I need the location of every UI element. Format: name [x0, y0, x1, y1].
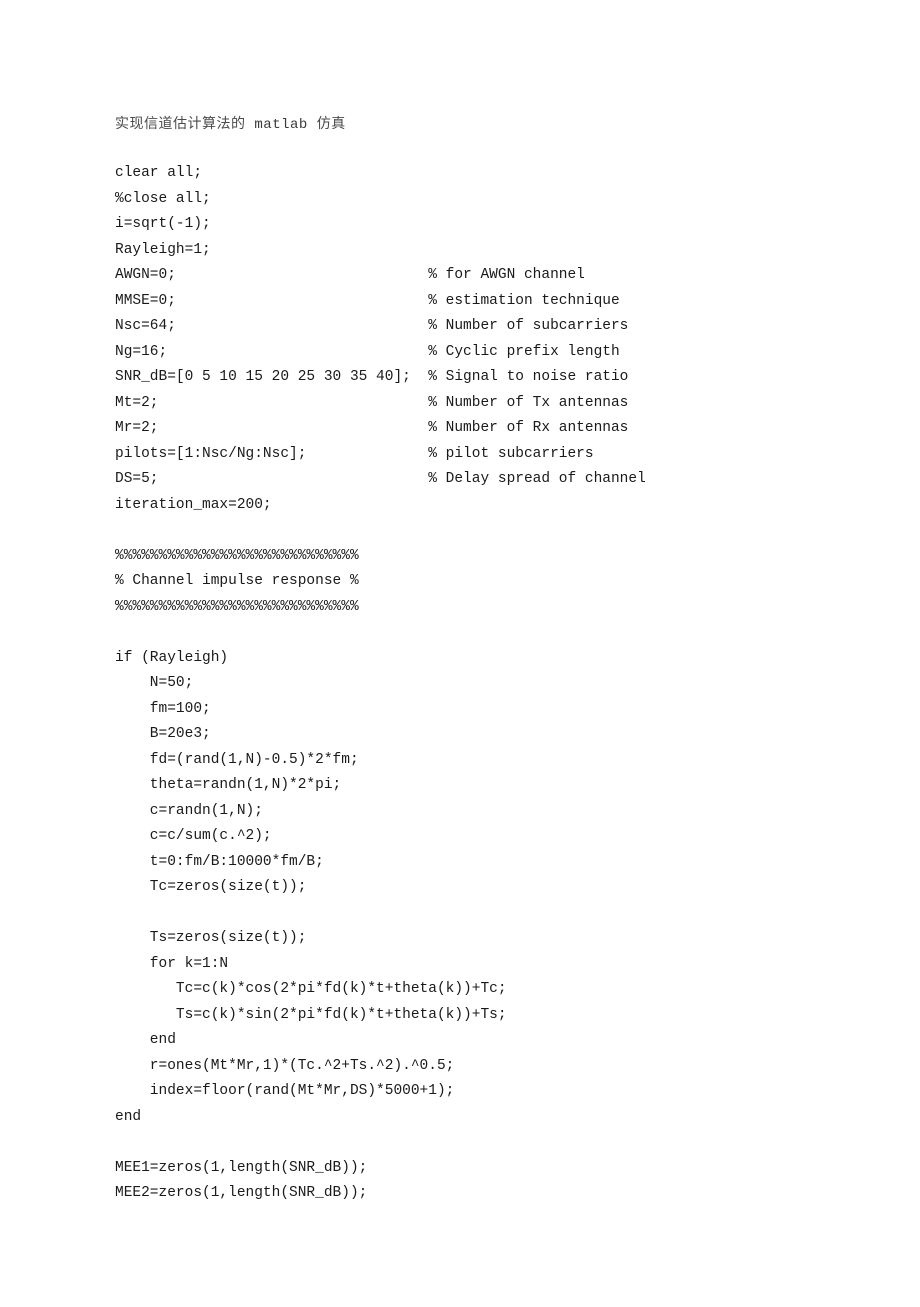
code-line: for k=1:N	[115, 952, 805, 978]
code-line: Rayleigh=1;	[115, 238, 805, 264]
code-line: theta=randn(1,N)*2*pi;	[115, 773, 805, 799]
code-line: r=ones(Mt*Mr,1)*(Tc.^2+Ts.^2).^0.5;	[115, 1054, 805, 1080]
title-latin: matlab	[246, 117, 317, 133]
document-page: 实现信道估计算法的 matlab 仿真 clear all;%close all…	[0, 0, 920, 1307]
code-line: fd=(rand(1,N)-0.5)*2*fm;	[115, 748, 805, 774]
code-line: N=50;	[115, 671, 805, 697]
code-line: DS=5; % Delay spread of channel	[115, 467, 805, 493]
code-line: %close all;	[115, 187, 805, 213]
code-line: Tc=zeros(size(t));	[115, 875, 805, 901]
code-line: Nsc=64; % Number of subcarriers	[115, 314, 805, 340]
code-line: Tc=c(k)*cos(2*pi*fd(k)*t+theta(k))+Tc;	[115, 977, 805, 1003]
code-line: Ng=16; % Cyclic prefix length	[115, 340, 805, 366]
code-line: Mr=2; % Number of Rx antennas	[115, 416, 805, 442]
title-prefix-cn: 实现信道估计算法的	[115, 117, 246, 132]
code-line: clear all;	[115, 161, 805, 187]
code-line: Mt=2; % Number of Tx antennas	[115, 391, 805, 417]
code-line	[115, 620, 805, 646]
code-line: AWGN=0; % for AWGN channel	[115, 263, 805, 289]
code-line: Ts=c(k)*sin(2*pi*fd(k)*t+theta(k))+Ts;	[115, 1003, 805, 1029]
code-line: B=20e3;	[115, 722, 805, 748]
code-line: MEE2=zeros(1,length(SNR_dB));	[115, 1181, 805, 1207]
code-line: Ts=zeros(size(t));	[115, 926, 805, 952]
code-line: end	[115, 1105, 805, 1131]
title-suffix-cn: 仿真	[317, 117, 346, 132]
code-line: iteration_max=200;	[115, 493, 805, 519]
code-line	[115, 901, 805, 927]
code-line	[115, 518, 805, 544]
code-line: %%%%%%%%%%%%%%%%%%%%%%%%%%%%	[115, 544, 805, 570]
code-line: MMSE=0; % estimation technique	[115, 289, 805, 315]
code-line: t=0:fm/B:10000*fm/B;	[115, 850, 805, 876]
code-line: i=sqrt(-1);	[115, 212, 805, 238]
code-line: SNR_dB=[0 5 10 15 20 25 30 35 40]; % Sig…	[115, 365, 805, 391]
code-line: if (Rayleigh)	[115, 646, 805, 672]
code-line: MEE1=zeros(1,length(SNR_dB));	[115, 1156, 805, 1182]
code-line	[115, 1130, 805, 1156]
code-block: clear all;%close all;i=sqrt(-1);Rayleigh…	[115, 161, 805, 1207]
code-line: pilots=[1:Nsc/Ng:Nsc]; % pilot subcarrie…	[115, 442, 805, 468]
code-line: index=floor(rand(Mt*Mr,DS)*5000+1);	[115, 1079, 805, 1105]
code-line: % Channel impulse response %	[115, 569, 805, 595]
code-line: c=c/sum(c.^2);	[115, 824, 805, 850]
code-line: c=randn(1,N);	[115, 799, 805, 825]
code-line: fm=100;	[115, 697, 805, 723]
code-line: end	[115, 1028, 805, 1054]
code-line: %%%%%%%%%%%%%%%%%%%%%%%%%%%%	[115, 595, 805, 621]
page-title: 实现信道估计算法的 matlab 仿真	[115, 113, 805, 133]
